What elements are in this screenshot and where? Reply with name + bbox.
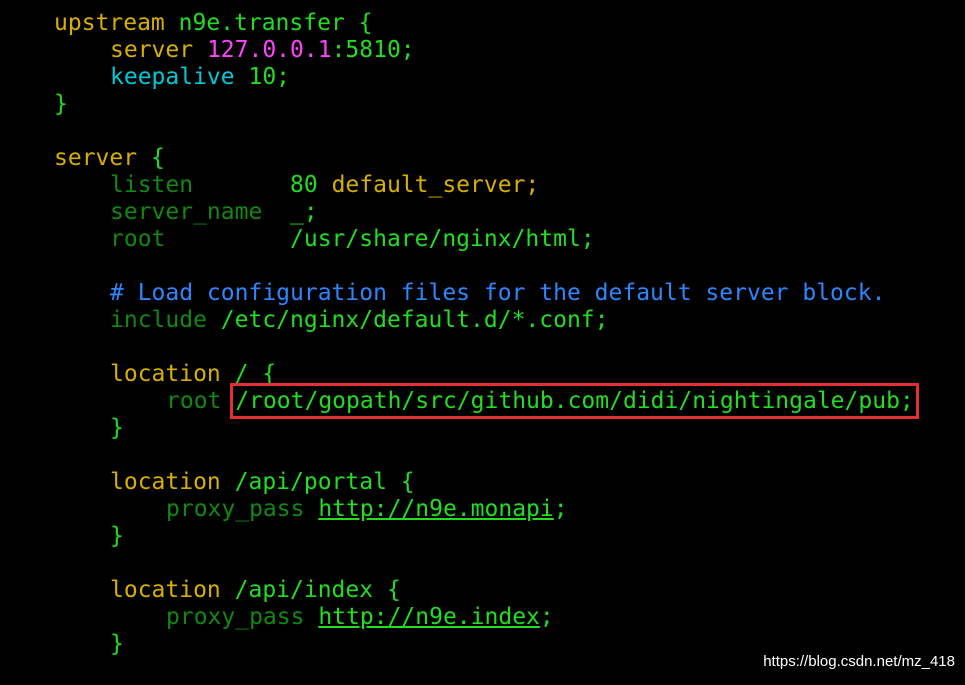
close-brace: } <box>110 631 124 657</box>
code-line-4: } <box>54 91 914 118</box>
proxy-pass-url[interactable]: http://n9e.monapi <box>318 496 553 522</box>
code-line-5-blank <box>54 118 914 145</box>
server-ip: 127.0.0.1 <box>206 37 332 63</box>
location-keyword: location <box>110 577 235 603</box>
code-line-2: server 127.0.0.1:5810; <box>54 37 914 64</box>
include-path: /etc/nginx/default.d/*.conf; <box>220 307 609 333</box>
open-brace: { <box>344 10 373 36</box>
location-keyword: location <box>110 361 235 387</box>
proxy-pass-keyword: proxy_pass <box>166 496 319 522</box>
keepalive-keyword: keepalive <box>110 64 249 90</box>
server-block-keyword: server <box>54 145 151 171</box>
close-brace: } <box>110 415 124 441</box>
root-keyword: root <box>110 226 291 252</box>
code-line-23: proxy_pass http://n9e.index; <box>54 604 914 631</box>
code-line-9: root /usr/share/nginx/html; <box>54 226 914 253</box>
open-brace: { <box>150 145 165 171</box>
code-line-17-blank <box>54 442 914 469</box>
semicolon: ; <box>539 604 554 630</box>
proxy-pass-url[interactable]: http://n9e.index <box>318 604 540 630</box>
server-keyword: server <box>110 37 207 63</box>
include-keyword: include <box>110 307 221 333</box>
keepalive-value: 10; <box>248 64 291 90</box>
server-port: :5810; <box>331 37 415 63</box>
code-line-19: proxy_pass http://n9e.monapi; <box>54 496 914 523</box>
code-line-22: location /api/index { <box>54 577 914 604</box>
code-line-8: server_name _; <box>54 199 914 226</box>
location-path: /api/portal { <box>234 469 415 495</box>
code-line-7: listen 80 default_server; <box>54 172 914 199</box>
location-keyword: location <box>110 469 235 495</box>
highlighted-root-path: /root/gopath/src/github.com/didi/nightin… <box>230 383 919 419</box>
upstream-keyword: upstream <box>54 10 179 36</box>
location-path: / { <box>234 361 277 387</box>
code-line-12: include /etc/nginx/default.d/*.conf; <box>54 307 914 334</box>
close-brace: } <box>110 523 124 549</box>
code-line-15: root /root/gopath/src/github.com/didi/ni… <box>54 383 919 419</box>
code-line-11: # Load configuration files for the defau… <box>54 280 914 307</box>
code-line-16: } <box>54 415 914 442</box>
code-line-14: location / { <box>54 361 914 388</box>
code-line-1: upstream n9e.transfer { <box>54 10 914 37</box>
default-server-value: default_server; <box>331 172 540 198</box>
root-path: /usr/share/nginx/html; <box>290 226 595 252</box>
location-path: /api/index { <box>234 577 401 603</box>
server-name-value: _; <box>290 199 318 225</box>
code-line-21-blank <box>54 550 914 577</box>
comment-text: # Load configuration files for the defau… <box>110 280 886 306</box>
listen-port: 80 <box>290 172 332 198</box>
semicolon: ; <box>553 496 568 522</box>
code-line-6: server { <box>54 145 914 172</box>
upstream-name: n9e.transfer <box>178 10 345 36</box>
root-keyword: root <box>166 388 236 414</box>
code-line-20: } <box>54 523 914 550</box>
code-line-13-blank <box>54 334 914 361</box>
code-line-10-blank <box>54 253 914 280</box>
close-brace: } <box>54 91 68 117</box>
code-line-18: location /api/portal { <box>54 469 914 496</box>
terminal-window[interactable]: upstream n9e.transfer { server 127.0.0.1… <box>0 0 965 685</box>
code-line-3: keepalive 10; <box>54 64 914 91</box>
watermark: https://blog.csdn.net/mz_418 <box>763 653 955 670</box>
proxy-pass-keyword: proxy_pass <box>166 604 319 630</box>
code-editor[interactable]: upstream n9e.transfer { server 127.0.0.1… <box>54 10 919 658</box>
listen-keyword: listen <box>110 172 291 198</box>
server-name-keyword: server_name <box>110 199 291 225</box>
